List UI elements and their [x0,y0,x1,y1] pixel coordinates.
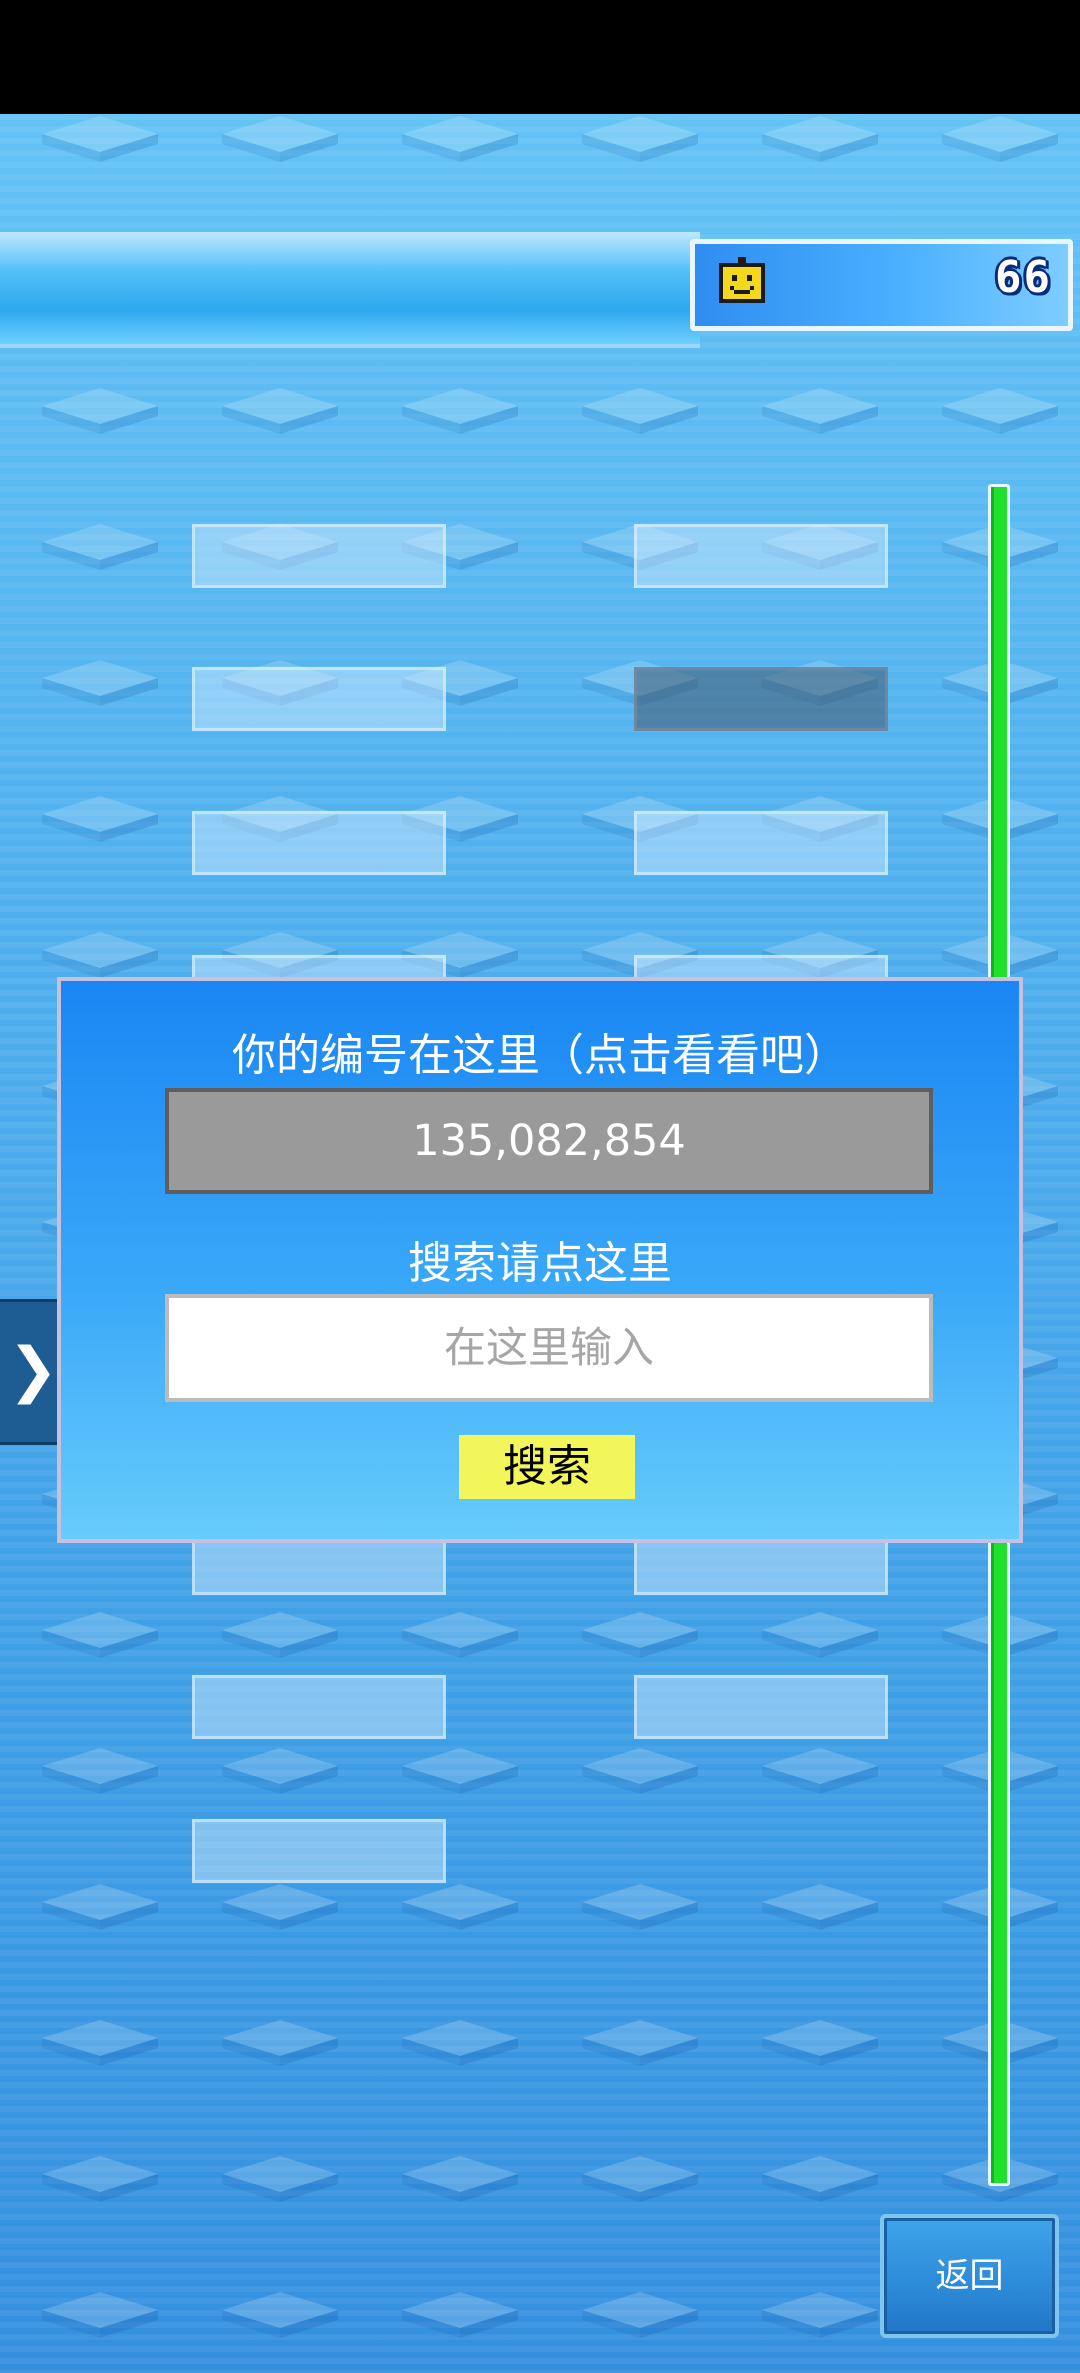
background-tile [220,114,340,164]
background-tile [40,522,160,572]
background-tile [40,386,160,436]
id-dialog: 你的编号在这里（点击看看吧） 135,082,854 搜索请点这里 在这里输入 … [57,977,1023,1543]
background-tile [400,2018,520,2068]
status-bar [0,0,1080,114]
background-tile [760,114,880,164]
search-input[interactable]: 在这里输入 [165,1294,933,1402]
background-tile [580,1610,700,1660]
background-tile [760,1882,880,1932]
background-tile [220,1746,340,1796]
background-tile [400,386,520,436]
level-slot[interactable] [192,1819,446,1883]
chevron-right-icon: ❯ [8,1335,59,1405]
back-button[interactable]: 返回 [880,2214,1059,2338]
background-tile [220,2154,340,2204]
background-tile [40,2290,160,2340]
background-tile [940,114,1060,164]
background-tile [40,2154,160,2204]
background-tile [940,386,1060,436]
level-slot[interactable] [634,811,888,875]
background-tile [220,386,340,436]
background-tile [400,114,520,164]
background-tile [580,1882,700,1932]
background-tile [580,386,700,436]
background-tile [220,2290,340,2340]
background-tile [760,2154,880,2204]
background-tile [400,2290,520,2340]
background-tile [580,2154,700,2204]
background-tile [580,1746,700,1796]
header-band [0,232,700,344]
background-tile [760,1610,880,1660]
search-label: 搜索请点这里 [408,1238,672,1289]
background-tile [220,1882,340,1932]
level-slot[interactable] [192,1675,446,1739]
score-panel: 66 [690,239,1073,331]
background-tile [40,1610,160,1660]
background-tile [760,2290,880,2340]
background-tile [760,1746,880,1796]
background-tile [400,1746,520,1796]
level-slot[interactable] [192,667,446,731]
background-tile [580,2018,700,2068]
background-tile [220,1610,340,1660]
background-tile [40,2018,160,2068]
background-tile [40,794,160,844]
background-tile [40,114,160,164]
player-id-field[interactable]: 135,082,854 [165,1088,933,1194]
background-tile [40,1882,160,1932]
background-tile [40,658,160,708]
level-slot[interactable] [192,524,446,588]
dialog-title: 你的编号在这里（点击看看吧） [232,1030,848,1081]
background-tile [220,2018,340,2068]
level-slot-selected[interactable] [634,667,888,731]
background-tile [760,2018,880,2068]
background-tile [400,2154,520,2204]
level-slot[interactable] [634,524,888,588]
background-tile [580,2290,700,2340]
level-slot[interactable] [192,811,446,875]
smiley-icon [719,257,765,303]
background-tile [580,114,700,164]
search-button[interactable]: 搜索 [459,1435,635,1499]
score-value: 66 [995,252,1052,303]
background-tile [400,1882,520,1932]
background-tile [400,1610,520,1660]
level-slot[interactable] [634,1675,888,1739]
background-tile [760,386,880,436]
background-tile [40,930,160,980]
background-tile [40,1746,160,1796]
